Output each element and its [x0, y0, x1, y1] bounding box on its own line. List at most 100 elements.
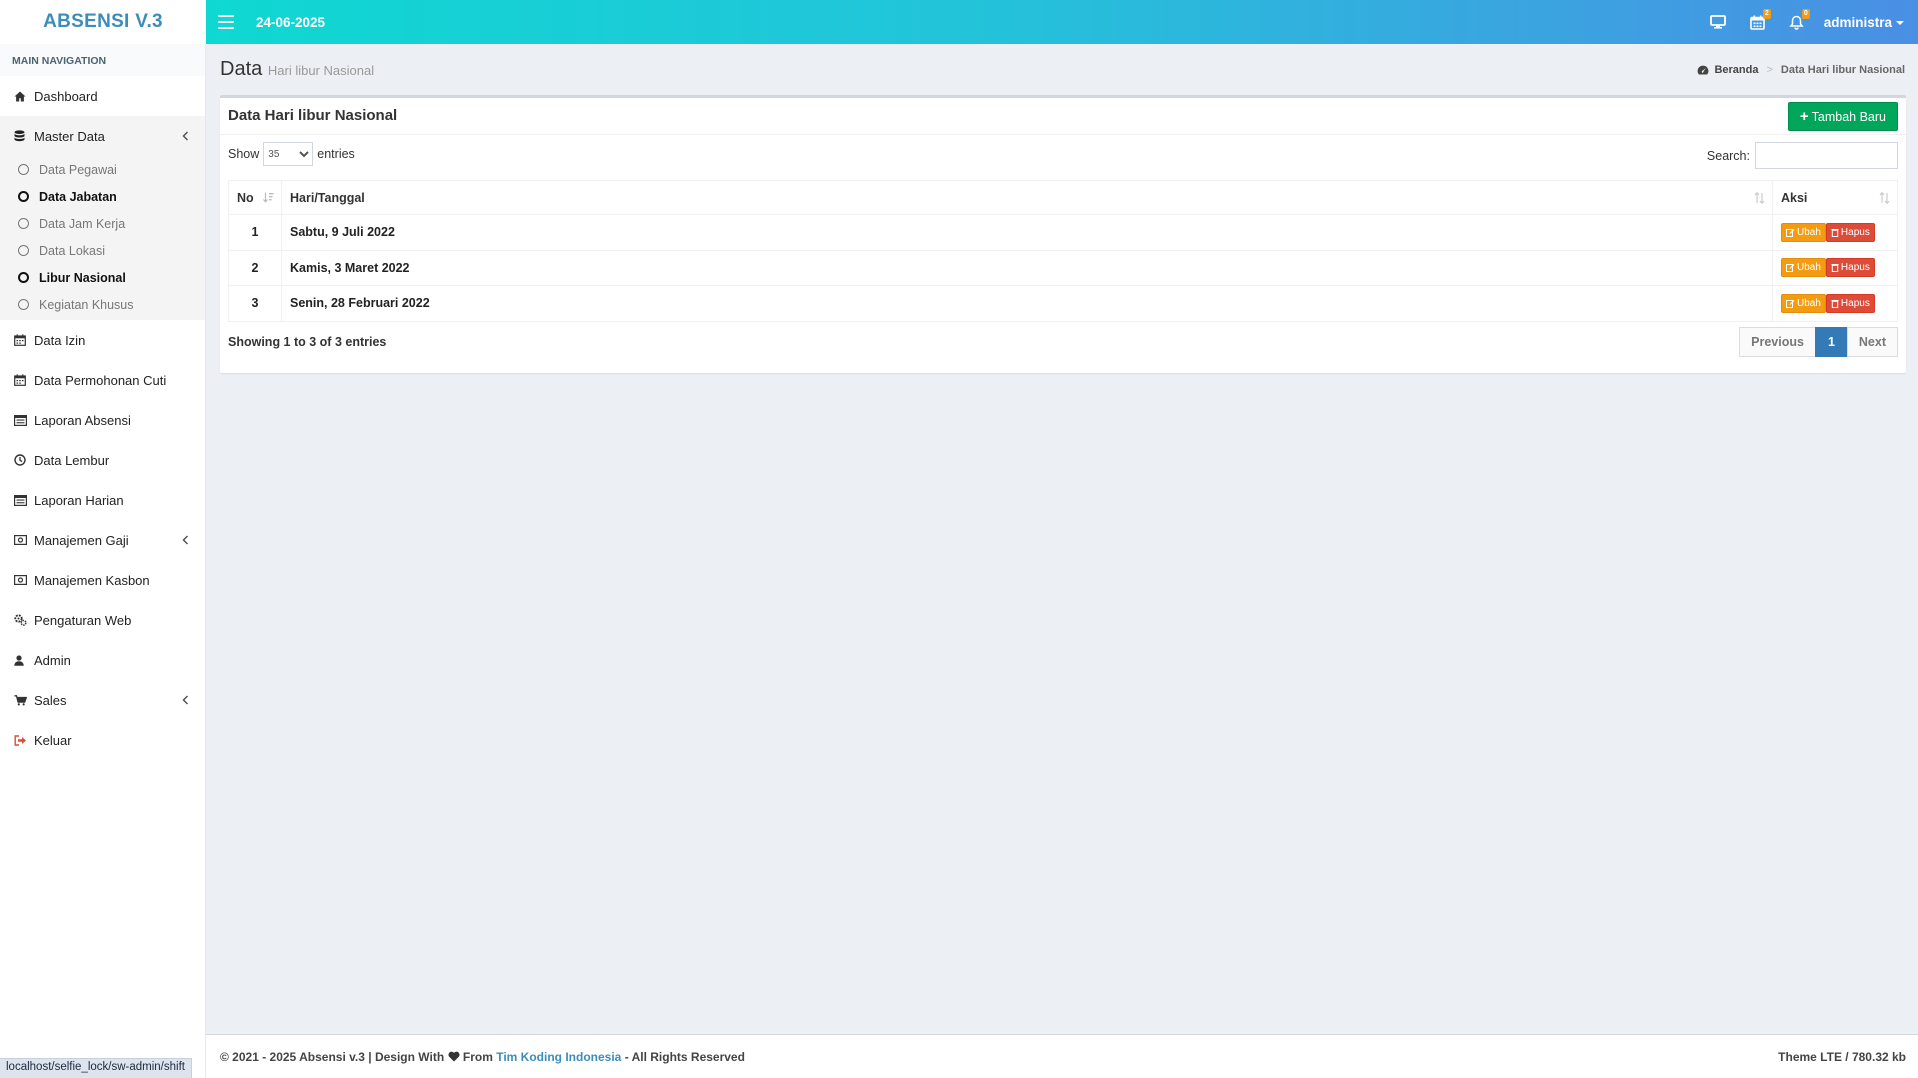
table-row: 2 Kamis, 3 Maret 2022 Ubah Hapus [228, 249, 1898, 286]
add-new-label: Tambah Baru [1811, 109, 1886, 124]
show-label: Show [228, 147, 260, 161]
delete-button[interactable]: Hapus [1825, 293, 1875, 313]
footer-from: From [462, 1050, 493, 1064]
table-list-icon [14, 494, 34, 506]
sidebar-sub-data-pegawai[interactable]: Data Pegawai [0, 156, 205, 183]
delete-button[interactable]: Hapus [1825, 222, 1875, 242]
cell-no: 2 [228, 249, 282, 286]
delete-label: Hapus [1840, 226, 1870, 238]
sidebar-item-manajemen-gaji[interactable]: Manajemen Gaji [0, 520, 205, 560]
sidebar-sub-libur-nasional[interactable]: Libur Nasional [0, 264, 205, 291]
table-row: 1 Sabtu, 9 Juli 2022 Ubah Hapus [228, 214, 1898, 251]
sidebar-item-dashboard[interactable]: Dashboard [0, 76, 205, 116]
cell-actions: Ubah Hapus [1772, 214, 1898, 251]
master-data-submenu: Data Pegawai Data Jabatan Data Jam Kerja… [0, 156, 205, 320]
footer-suffix: - All Rights Reserved [624, 1050, 745, 1064]
sidebar-label: Manajemen Kasbon [34, 572, 150, 588]
sub-label: Data Lokasi [39, 243, 106, 258]
search-control: Search: [1707, 142, 1898, 169]
sidebar-item-data-permohonan-cuti[interactable]: Data Permohonan Cuti [0, 360, 205, 400]
user-menu[interactable]: administra [1824, 15, 1904, 30]
sidebar-label: Laporan Harian [34, 492, 124, 508]
sidebar-sub-data-lokasi[interactable]: Data Lokasi [0, 237, 205, 264]
sidebar-item-admin[interactable]: Admin [0, 640, 205, 680]
sidebar-item-sales[interactable]: Sales [0, 680, 205, 720]
sidebar-label: Laporan Absensi [34, 412, 131, 428]
trash-icon [1831, 228, 1839, 237]
sidebar-item-laporan-harian[interactable]: Laporan Harian [0, 480, 205, 520]
sidebar-sub-data-jabatan[interactable]: Data Jabatan [0, 183, 205, 210]
calendar-icon [14, 374, 34, 386]
pagination-page-1[interactable]: 1 [1814, 327, 1848, 357]
delete-label: Hapus [1840, 262, 1870, 274]
cell-no: 1 [228, 214, 282, 251]
bell-icon[interactable]: 0 [1789, 8, 1810, 30]
cell-date: Sabtu, 9 Juli 2022 [281, 214, 1773, 251]
calendar-badge: 2 [1762, 8, 1771, 19]
pagination-previous[interactable]: Previous [1739, 327, 1816, 357]
app-logo[interactable]: ABSENSI V.3 [0, 0, 206, 44]
user-icon [14, 654, 34, 666]
add-new-button[interactable]: + Tambah Baru [1787, 102, 1898, 131]
sidebar-item-master-data[interactable]: Master Data [0, 116, 205, 156]
caret-down-icon [1896, 20, 1904, 25]
trash-icon [1831, 264, 1839, 273]
column-header-no[interactable]: No [228, 180, 282, 215]
edit-button[interactable]: Ubah [1781, 258, 1826, 278]
heart-icon [448, 1051, 460, 1062]
sidebar-item-keluar[interactable]: Keluar [0, 720, 205, 760]
sign-out-icon [14, 734, 34, 746]
sort-both-icon [1754, 191, 1765, 207]
entries-label: entries [317, 147, 355, 161]
entries-select[interactable]: 35 [263, 142, 314, 166]
sidebar-label: Data Permohonan Cuti [34, 372, 167, 388]
edit-button[interactable]: Ubah [1781, 222, 1826, 242]
breadcrumb-home[interactable]: Beranda [1714, 64, 1758, 76]
cell-actions: Ubah Hapus [1772, 285, 1898, 322]
sidebar-sub-data-jam-kerja[interactable]: Data Jam Kerja [0, 210, 205, 237]
sub-label: Kegiatan Khusus [39, 297, 134, 312]
delete-label: Hapus [1840, 297, 1870, 309]
current-date: 24-06-2025 [256, 14, 326, 30]
bell-badge: 0 [1801, 8, 1810, 19]
sidebar-item-pengaturan-web[interactable]: Pengaturan Web [0, 600, 205, 640]
column-label: Aksi [1781, 190, 1808, 205]
table-row: 3 Senin, 28 Februari 2022 Ubah Hapus [228, 285, 1898, 322]
sidebar-item-laporan-absensi[interactable]: Laporan Absensi [0, 400, 205, 440]
edit-icon [1786, 299, 1795, 308]
edit-label: Ubah [1797, 262, 1821, 274]
column-header-aksi[interactable]: Aksi [1772, 180, 1898, 215]
search-label: Search: [1706, 148, 1750, 163]
sidebar-item-data-lembur[interactable]: Data Lembur [0, 440, 205, 480]
monitor-icon[interactable] [1709, 15, 1726, 29]
clock-icon [14, 454, 34, 466]
footer-version: Theme LTE / 780.32 kb [1778, 1050, 1906, 1064]
sidebar-item-manajemen-kasbon[interactable]: Manajemen Kasbon [0, 560, 205, 600]
user-name: administra [1823, 14, 1892, 30]
sidebar-sub-kegiatan-khusus[interactable]: Kegiatan Khusus [0, 291, 205, 318]
sub-label: Data Jabatan [39, 189, 117, 204]
sidebar-label: Sales [34, 692, 67, 708]
circle-icon [18, 218, 29, 229]
delete-button[interactable]: Hapus [1825, 258, 1875, 278]
pagination: Previous 1 Next [1739, 327, 1898, 357]
cell-date: Senin, 28 Februari 2022 [281, 285, 1773, 322]
length-control: Show 35 entries [228, 142, 355, 166]
pagination-next[interactable]: Next [1846, 327, 1898, 357]
home-icon [14, 91, 34, 102]
sidebar-toggle-icon[interactable] [218, 15, 234, 29]
cell-date: Kamis, 3 Maret 2022 [281, 249, 1773, 286]
breadcrumb-current: Data Hari libur Nasional [1780, 64, 1905, 76]
page-title: Data [220, 58, 263, 80]
footer-link[interactable]: Tim Koding Indonesia [496, 1050, 621, 1064]
sidebar-item-data-izin[interactable]: Data Izin [0, 320, 205, 360]
column-header-date[interactable]: Hari/Tanggal [281, 180, 1773, 215]
trash-icon [1831, 299, 1839, 308]
edit-button[interactable]: Ubah [1781, 293, 1826, 313]
calendar-icon[interactable]: 2 [1749, 8, 1771, 30]
circle-icon [18, 299, 29, 310]
table-info: Showing 1 to 3 of 3 entries [228, 335, 387, 349]
sidebar: MAIN NAVIGATION Dashboard Master Data Da… [0, 44, 206, 1078]
search-input[interactable] [1755, 142, 1898, 169]
sidebar-label: Keluar [34, 732, 72, 748]
